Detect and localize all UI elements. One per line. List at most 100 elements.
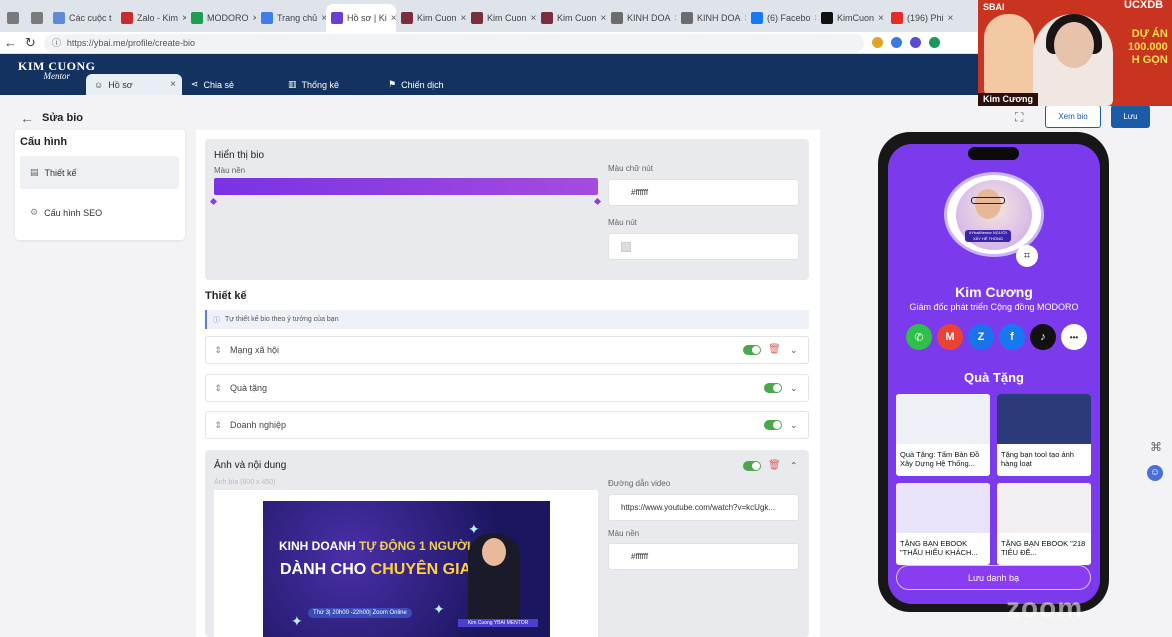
save-button[interactable]: Lưu (1111, 105, 1150, 128)
config-title: Cấu hình (20, 136, 68, 148)
chrome-icon (261, 12, 273, 24)
section-row-social[interactable]: ⇕ Mạng xã hội (205, 336, 809, 364)
save-contact-button[interactable]: Lưu danh bạ (896, 565, 1091, 590)
browser-tab[interactable]: (6) Facebo× (746, 4, 816, 32)
media-toggle[interactable] (743, 461, 761, 471)
video-url-input[interactable]: https://www.youtube.com/watch?v=kcUgk... (608, 494, 799, 521)
business-toggle[interactable] (764, 420, 782, 430)
tab-statistics[interactable]: ▥ Thống kê (280, 74, 339, 95)
section-row-gifts[interactable]: ⇕ Quà tặng (205, 374, 809, 402)
layout-icon: ▤ (30, 167, 39, 177)
sidebar-item-design[interactable]: ▤ Thiết kế (20, 156, 179, 189)
cover-image[interactable]: KINH DOANH TỰ ĐỘNG 1 NGƯỜI DÀNH CHO CHUY… (263, 501, 550, 637)
tiktok-icon[interactable]: ♪ (1030, 324, 1056, 350)
back-arrow-icon[interactable]: ← (4, 35, 17, 50)
facebook-icon[interactable]: f (999, 324, 1025, 350)
cover-size-hint: Ảnh bìa (800 x 450) (214, 479, 276, 486)
promo-line-1: DỰ ÁN (1131, 28, 1168, 40)
browser-tab[interactable]: Zalo - Kim × (116, 4, 186, 32)
social-toggle[interactable] (743, 345, 761, 355)
webcam-overlay: SBAI UCXDB DỰ ÁN 100.000 H GỌN Kim Cương (978, 0, 1172, 106)
chevron-down-icon[interactable]: ⌄ (790, 420, 798, 431)
browser-tab[interactable] (26, 4, 48, 32)
banner-sub-a: DÀNH CHO (280, 561, 371, 578)
chevron-down-icon[interactable]: ⌄ (790, 383, 798, 394)
chevron-down-icon[interactable]: ⌄ (790, 345, 798, 356)
facebook-icon (751, 12, 763, 24)
button-color-input[interactable] (608, 233, 799, 260)
extension-icon[interactable] (909, 37, 921, 48)
close-tab-icon[interactable]: × (948, 13, 954, 24)
browser-tab[interactable]: Kim Cuon × (466, 4, 536, 32)
extension-icon[interactable] (928, 37, 940, 48)
back-button[interactable]: ← Sửa bio (20, 110, 83, 126)
browser-tab[interactable]: KINH DOA× (606, 4, 676, 32)
gifts-toggle[interactable] (764, 383, 782, 393)
gifts-heading: Quà Tặng (964, 370, 1024, 385)
phone-icon[interactable]: ✆ (906, 324, 932, 350)
gift-card[interactable]: Tặng bạn tool tạo ảnh hàng loạt (997, 394, 1091, 476)
media-bg-input[interactable]: #ffffff (608, 543, 799, 570)
extension-icon[interactable] (890, 37, 902, 48)
text-color-input[interactable]: #ffffff (608, 179, 799, 206)
gift-caption: TẶNG BẠN EBOOK "218 TIÊU ĐỀ... (1001, 539, 1086, 557)
tab-label: Hồ sơ (108, 79, 133, 90)
delete-icon[interactable]: 🗑 (768, 344, 781, 355)
browser-tab[interactable]: (196) Phi × (886, 4, 956, 32)
tab-profile[interactable]: ☺ Hồ sơ × (86, 74, 182, 95)
section-row-business[interactable]: ⇕ Doanh nghiệp (205, 411, 809, 439)
share-icon: ⋖ (191, 79, 199, 89)
gear-icon: ⚙ (30, 207, 39, 217)
url-field[interactable]: ⓘ https://ybai.me/profile/create-bio (43, 33, 864, 52)
browser-tab[interactable]: KimCuon × (816, 4, 886, 32)
browser-tab-label: Các cuộc t (69, 13, 112, 23)
zoom-watermark: zoom (1006, 592, 1084, 623)
drag-handle-icon[interactable]: ⇕ (206, 345, 230, 356)
gift-thumbnail (997, 394, 1091, 444)
browser-tab[interactable]: Kim Cuon × (536, 4, 606, 32)
gift-card[interactable]: TẶNG BẠN EBOOK "218 TIÊU ĐỀ... (997, 483, 1091, 565)
site-info-icon[interactable]: ⓘ (52, 36, 61, 49)
gift-thumbnail (896, 394, 990, 444)
text-color-value: #ffffff (631, 188, 649, 197)
browser-tab[interactable]: Các cuộc t× (48, 4, 116, 32)
reload-icon[interactable]: ↻ (25, 35, 36, 51)
browser-tab-label: Kim Cuon (487, 13, 527, 23)
sidebar-item-seo[interactable]: ⚙ Cấu hình SEO (20, 196, 179, 229)
zalo-icon[interactable]: Z (968, 324, 994, 350)
color-swatch[interactable] (621, 241, 631, 252)
browser-tab[interactable]: MODORO × (186, 4, 256, 32)
delete-icon[interactable]: 🗑 (768, 460, 781, 471)
browser-tab-label: KINH DOA (627, 13, 671, 23)
view-bio-button[interactable]: Xem bio (1045, 105, 1101, 128)
gmail-icon[interactable]: M (937, 324, 963, 350)
avatar-glasses (971, 197, 1005, 204)
chevron-up-icon[interactable]: ⌄ (790, 459, 798, 470)
tab-share[interactable]: ⋖ Chia sẻ (183, 74, 234, 95)
more-icon[interactable]: ••• (1061, 324, 1087, 350)
gift-card[interactable]: Quà Tặng: Tấm Bản Đồ Xây Dựng Hệ Thống..… (896, 394, 990, 476)
drag-handle-icon[interactable]: ⇕ (206, 420, 230, 431)
brand-logo[interactable]: KIM CUONG Mentor (18, 60, 96, 81)
row-label: Doanh nghiệp (230, 420, 287, 430)
extension-icon[interactable] (871, 37, 883, 48)
browser-tab[interactable]: Hồ sơ | Ki × (326, 4, 396, 32)
bg-color-slider[interactable] (214, 178, 598, 195)
qr-code-icon[interactable]: ⌗ (1016, 245, 1038, 267)
close-tab-icon[interactable]: × (878, 13, 884, 24)
drag-handle-icon[interactable]: ⇕ (206, 383, 230, 394)
gift-card[interactable]: TẶNG BẠN EBOOK "THẤU HIỂU KHÁCH... (896, 483, 990, 565)
qr-scan-icon[interactable]: ⛶ (1015, 110, 1023, 125)
close-tab-icon[interactable]: × (170, 79, 176, 90)
tab-campaigns[interactable]: ⚑ Chiến dịch (380, 74, 444, 95)
cartoon-avatar (984, 14, 1034, 94)
browser-tab[interactable]: Kim Cuon × (396, 4, 466, 32)
grid-icon[interactable]: ⌘ (1150, 440, 1162, 454)
button-color-label: Màu nút (608, 218, 637, 227)
browser-tab[interactable]: KINH DOA× (676, 4, 746, 32)
assistant-icon[interactable]: ☺ (1147, 465, 1163, 481)
browser-tab[interactable]: Trang chủ × (256, 4, 326, 32)
sheets-icon (191, 12, 203, 24)
browser-tab[interactable] (2, 4, 26, 32)
browser-tab-label: MODORO (207, 13, 249, 23)
